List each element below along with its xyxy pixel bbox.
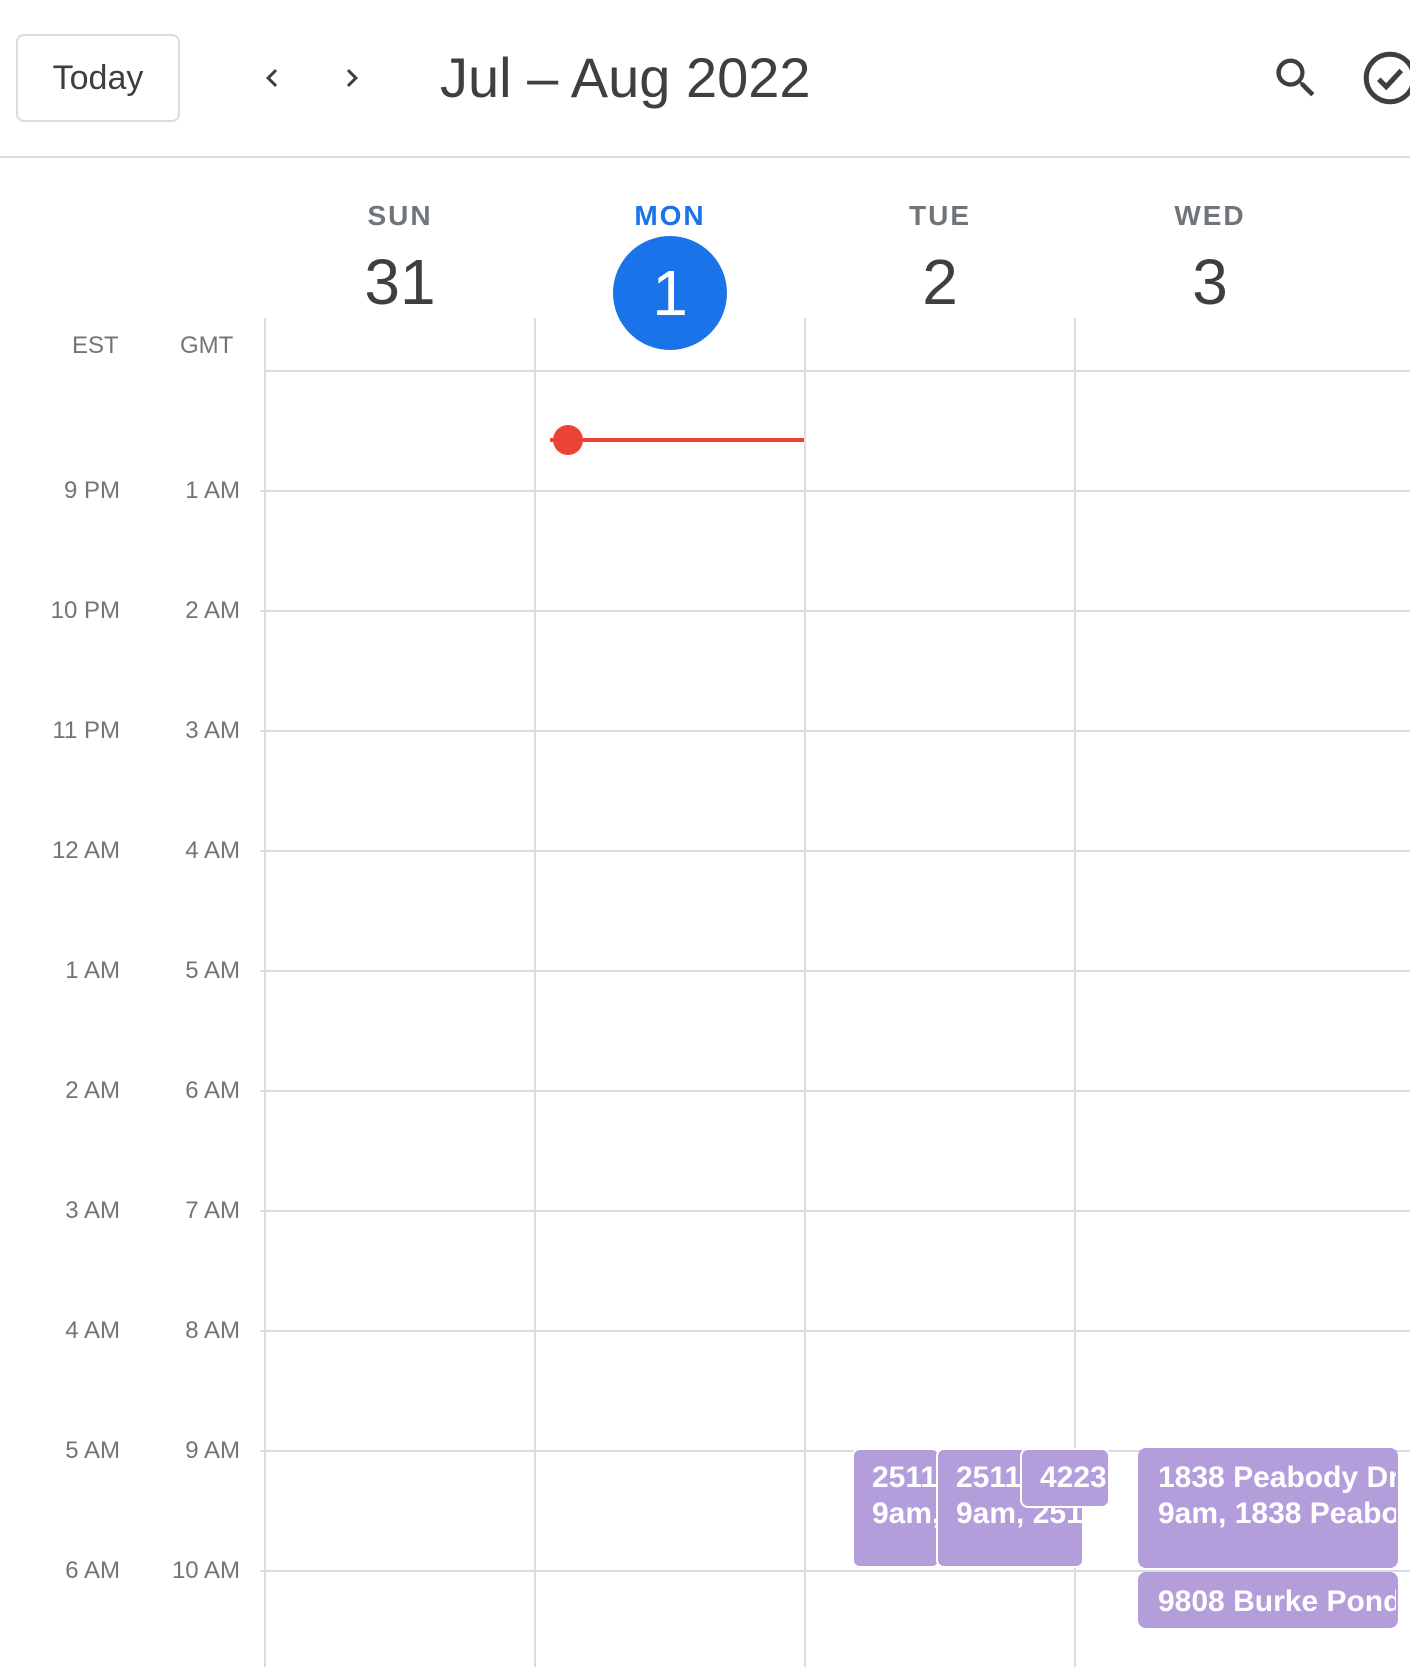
day-name: TUE xyxy=(909,200,971,231)
day-number: 31 xyxy=(364,246,436,318)
hour-label-est: 5 AM xyxy=(65,1437,120,1464)
event-title: 1838 Peabody Dr, xyxy=(1158,1461,1398,1494)
hour-line xyxy=(260,1330,1410,1332)
event-wed-1[interactable]: 1838 Peabody Dr, 9am, 1838 Peabo xyxy=(1138,1448,1398,1568)
event-time: 9am, 1838 Peabo xyxy=(1158,1497,1398,1530)
event-title: 9808 Burke Pond xyxy=(1158,1585,1398,1618)
column-divider xyxy=(804,318,806,1667)
hour-label-gmt: 5 AM xyxy=(185,957,240,984)
day-number: 3 xyxy=(1192,246,1228,318)
hour-label-gmt: 10 AM xyxy=(171,1557,240,1584)
event-time: 9am, xyxy=(872,1497,940,1530)
hour-label-est: 4 AM xyxy=(65,1317,120,1344)
hour-label-gmt: 7 AM xyxy=(185,1197,240,1224)
day-name: SUN xyxy=(367,200,433,231)
day-header-wed[interactable]: WED 3 xyxy=(1067,200,1353,322)
next-week-button[interactable] xyxy=(322,48,382,108)
hour-label-est: 9 PM xyxy=(63,477,120,504)
hour-label-gmt: 2 AM xyxy=(185,597,240,624)
event-wed-2[interactable]: 9808 Burke Pond xyxy=(1138,1572,1398,1628)
current-time-dot xyxy=(553,425,583,455)
hour-label-gmt: 9 AM xyxy=(185,1437,240,1464)
day-number: 2 xyxy=(922,246,958,318)
event-tue-1[interactable]: 2511 9am, xyxy=(852,1448,940,1568)
day-header-mon[interactable]: MON 1 xyxy=(527,200,813,350)
hour-label-gmt: 8 AM xyxy=(185,1317,240,1344)
day-name: WED xyxy=(1174,200,1246,231)
calendar-header: Today Jul – Aug 2022 xyxy=(0,0,1410,158)
hour-line xyxy=(260,1090,1410,1092)
hour-label-gmt: 6 AM xyxy=(185,1077,240,1104)
day-header-sun[interactable]: SUN 31 xyxy=(257,200,543,322)
event-title: 2511 xyxy=(872,1461,938,1494)
hour-label-gmt: 4 AM xyxy=(185,837,240,864)
hour-label-est: 11 PM xyxy=(52,717,120,744)
hour-label-gmt: 3 AM xyxy=(185,717,240,744)
hour-label-est: 2 AM xyxy=(65,1077,120,1104)
allday-divider xyxy=(264,370,1410,372)
hour-line xyxy=(260,850,1410,852)
chevron-left-icon xyxy=(266,69,278,87)
hour-line xyxy=(260,730,1410,732)
search-icon xyxy=(1276,58,1315,97)
hour-label-est: 10 PM xyxy=(50,597,120,624)
current-time-line xyxy=(550,438,804,442)
today-day-number: 1 xyxy=(613,236,727,350)
previous-week-button[interactable] xyxy=(242,48,302,108)
search-button[interactable] xyxy=(1262,44,1330,112)
today-button[interactable]: Today xyxy=(16,34,180,122)
date-range-title: Jul – Aug 2022 xyxy=(440,46,811,109)
hour-label-est: 1 AM xyxy=(65,957,120,984)
event-tue-3[interactable]: 4223 xyxy=(1020,1448,1110,1508)
check-circle-icon xyxy=(1363,51,1410,105)
column-divider xyxy=(264,318,266,1667)
event-title: 4223 xyxy=(1040,1461,1107,1494)
hour-line xyxy=(260,1210,1410,1212)
hour-line xyxy=(260,490,1410,492)
timezone-secondary[interactable]: GMT xyxy=(180,332,233,360)
tasks-button[interactable] xyxy=(1360,48,1410,108)
hour-label-est: 6 AM xyxy=(65,1557,120,1584)
timezone-primary[interactable]: EST xyxy=(72,332,119,360)
chevron-right-icon xyxy=(346,69,358,87)
hour-label-gmt: 1 AM xyxy=(185,477,240,504)
column-divider xyxy=(534,318,536,1667)
hour-line xyxy=(260,970,1410,972)
hour-label-est: 3 AM xyxy=(65,1197,120,1224)
day-name: MON xyxy=(634,200,706,231)
day-header-tue[interactable]: TUE 2 xyxy=(797,200,1083,322)
hour-label-est: 12 AM xyxy=(51,837,120,864)
calendar-week-view: Today Jul – Aug 2022 SUN 31 MON 1 TUE 2 … xyxy=(0,0,1410,1667)
hour-line xyxy=(260,610,1410,612)
